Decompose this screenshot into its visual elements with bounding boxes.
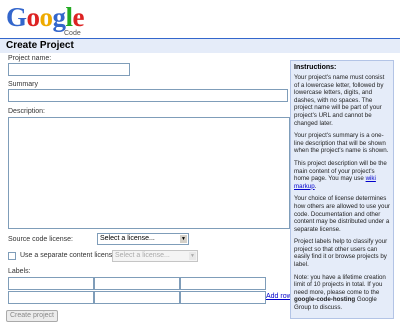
logo-letter: o: [39, 2, 54, 32]
instructions-labels-text: Project labels help to classify your pro…: [294, 238, 388, 269]
label-input[interactable]: [8, 277, 94, 290]
label-input[interactable]: [94, 291, 180, 304]
description-label: Description:: [8, 108, 45, 115]
source-license-value: Select a license...: [100, 235, 155, 242]
summary-input[interactable]: [8, 89, 288, 102]
instructions-panel: Instructions: Your project's name must c…: [290, 60, 394, 319]
logo-wordmark: Google: [6, 4, 86, 31]
logo-letter: e: [72, 2, 85, 32]
logo-letter: o: [26, 2, 41, 32]
instructions-name-text: Your project's name must consist of a lo…: [294, 74, 385, 127]
label-input[interactable]: [180, 291, 266, 304]
chevron-down-icon: ▼: [189, 252, 196, 260]
separate-license-checkbox[interactable]: [8, 252, 16, 260]
source-license-select[interactable]: Select a license... ▼: [97, 233, 189, 245]
label-input[interactable]: [8, 291, 94, 304]
instructions-description-text: This project description will be the mai…: [294, 160, 390, 190]
instructions-license-text: Your choice of license determines how ot…: [294, 195, 390, 233]
chevron-down-icon: ▼: [180, 235, 187, 243]
instructions-summary-text: Your project's summary is a one-line des…: [294, 132, 389, 155]
project-name-label: Project name:: [8, 55, 52, 62]
page-title: Create Project: [6, 40, 74, 51]
instructions-title: Instructions:: [294, 64, 337, 71]
source-license-label: Source code license:: [8, 236, 73, 243]
logo-letter: G: [6, 2, 27, 32]
add-row-link[interactable]: Add row: [266, 293, 292, 301]
logo-letter: g: [52, 2, 67, 32]
content-license-select[interactable]: Select a license... ▼: [112, 250, 198, 262]
description-help-end: .: [314, 182, 317, 190]
google-group-name: google-code-hosting: [294, 296, 356, 304]
labels-label: Labels:: [8, 268, 31, 275]
create-project-button[interactable]: Create project: [6, 310, 58, 322]
page-title-bar: Create Project: [0, 38, 400, 53]
limit-help-text: Note: you have a lifetime creation limit…: [294, 273, 386, 296]
label-input[interactable]: [94, 277, 180, 290]
description-textarea[interactable]: [8, 117, 290, 229]
label-input[interactable]: [180, 277, 266, 290]
google-code-logo[interactable]: Google Code: [6, 4, 86, 38]
instructions-limit-text: Note: you have a lifetime creation limit…: [294, 274, 390, 312]
content-license-label: Use a separate content license:: [20, 252, 119, 259]
content-license-value: Select a license...: [115, 252, 170, 259]
logo-letter: l: [65, 2, 74, 32]
summary-label: Summary: [8, 81, 38, 88]
project-name-input[interactable]: [8, 63, 130, 76]
logo-subtitle: Code: [64, 30, 81, 37]
